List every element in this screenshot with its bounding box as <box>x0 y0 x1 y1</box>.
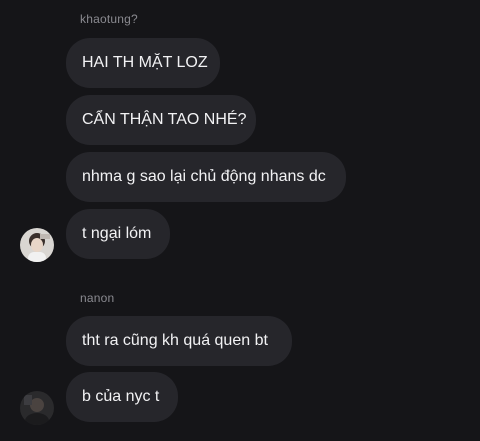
chat-screen: khaotung? HAI TH MẶT LOZ CẨN THẬN TAO NH… <box>0 0 480 441</box>
message-bubble[interactable]: tht ra cũng kh quá quen bt <box>66 316 292 366</box>
avatar-photo <box>20 228 54 262</box>
avatar-photo <box>20 391 54 425</box>
message-bubble[interactable]: CẨN THẬN TAO NHÉ? <box>66 95 256 145</box>
avatar[interactable] <box>20 228 54 262</box>
message-bubble[interactable]: HAI TH MẶT LOZ <box>66 38 220 88</box>
message-bubble[interactable]: b của nyc t <box>66 372 178 422</box>
avatar[interactable] <box>20 391 54 425</box>
sender-name: nanon <box>80 291 115 305</box>
sender-name: khaotung? <box>80 12 138 26</box>
message-bubble[interactable]: nhma g sao lại chủ động nhans dc <box>66 152 346 202</box>
message-bubble[interactable]: t ngại lóm <box>66 209 170 259</box>
